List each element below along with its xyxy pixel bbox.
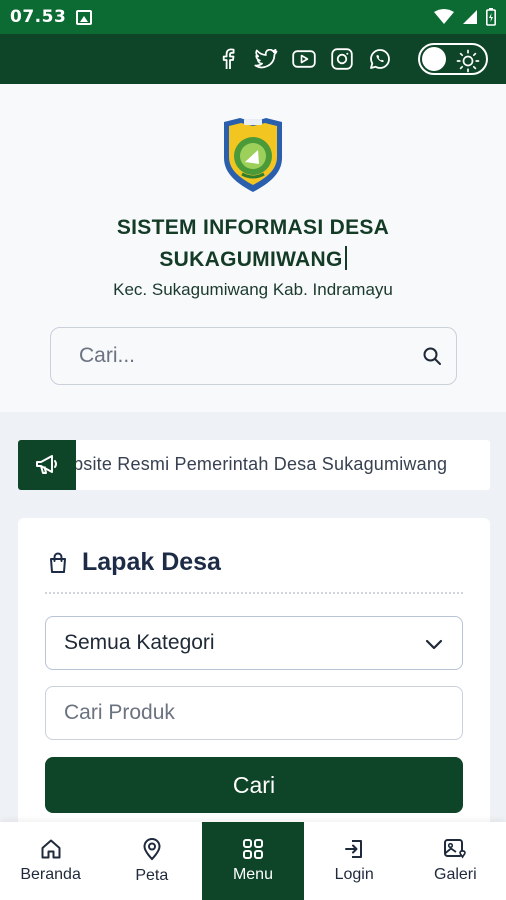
- status-indicators: [434, 8, 496, 26]
- nav-item-menu[interactable]: Menu: [202, 822, 304, 900]
- lapak-desa-card: Lapak Desa Semua Kategori Cari: [18, 518, 490, 838]
- nav-item-galeri[interactable]: Galeri: [405, 822, 506, 900]
- status-time: 07.53: [10, 7, 67, 27]
- twitter-icon[interactable]: [254, 47, 278, 71]
- announcement-ticker: Website Resmi Pemerintah Desa Sukagumiwa…: [18, 440, 490, 490]
- site-title-line1: SISTEM INFORMASI DESA: [116, 216, 390, 239]
- youtube-icon[interactable]: [292, 47, 316, 71]
- search-product-button[interactable]: Cari: [45, 757, 463, 813]
- toggle-knob: [422, 47, 446, 71]
- cell-signal-icon: [463, 10, 477, 24]
- card-title: Lapak Desa: [82, 548, 221, 576]
- status-bar: 07.53: [0, 0, 506, 34]
- site-title-line2: SUKAGUMIWANG: [0, 244, 506, 276]
- nav-label-beranda: Beranda: [20, 866, 81, 883]
- wifi-icon: [434, 9, 454, 24]
- category-selected-value: Semua Kategori: [64, 631, 215, 654]
- card-header: Lapak Desa: [48, 548, 221, 577]
- nav-label-login: Login: [334, 866, 374, 883]
- chevron-down-icon: [425, 639, 443, 650]
- product-search-input[interactable]: [64, 701, 444, 725]
- dotted-divider: [45, 592, 463, 594]
- announcement-text: Website Resmi Pemerintah Desa Sukagumiwa…: [46, 454, 448, 474]
- whatsapp-icon[interactable]: [368, 47, 392, 71]
- bottom-navigation: Beranda Peta Menu Login Galeri: [0, 822, 506, 900]
- site-title: SISTEM INFORMASI DESA SUKAGUMIWANG: [0, 212, 506, 276]
- search-icon[interactable]: [422, 346, 442, 366]
- nav-item-beranda[interactable]: Beranda: [0, 822, 101, 900]
- nav-item-peta[interactable]: Peta: [101, 822, 202, 900]
- category-select[interactable]: Semua Kategori: [45, 616, 463, 670]
- product-search-field[interactable]: [45, 686, 463, 740]
- nav-label-menu: Menu: [232, 866, 273, 883]
- gallery-icon: [444, 839, 467, 859]
- nav-label-galeri: Galeri: [434, 866, 477, 883]
- village-emblem-logo: [224, 118, 282, 192]
- instagram-icon[interactable]: [330, 47, 354, 71]
- typing-caret: [344, 246, 347, 270]
- theme-toggle[interactable]: [418, 43, 488, 75]
- site-search-box[interactable]: [50, 327, 457, 385]
- nav-item-login[interactable]: Login: [304, 822, 405, 900]
- facebook-icon[interactable]: [216, 47, 240, 71]
- announcement-badge: [18, 440, 76, 490]
- sun-icon: [456, 49, 480, 73]
- battery-icon: [486, 8, 496, 26]
- site-title-line2-text: SUKAGUMIWANG: [159, 248, 343, 271]
- site-search-input[interactable]: [79, 344, 399, 368]
- hero-section: SISTEM INFORMASI DESA SUKAGUMIWANG Kec. …: [0, 84, 506, 412]
- shopping-bag-icon: [50, 551, 66, 573]
- grid-icon: [242, 839, 263, 859]
- nav-label-peta: Peta: [135, 867, 169, 884]
- map-pin-icon: [143, 837, 161, 861]
- image-notification-icon: [76, 9, 93, 25]
- login-icon: [345, 840, 363, 858]
- site-subtitle: Kec. Sukagumiwang Kab. Indramayu: [113, 280, 393, 299]
- home-icon: [41, 839, 61, 859]
- megaphone-icon: [36, 455, 57, 474]
- top-header-bar: [0, 34, 506, 84]
